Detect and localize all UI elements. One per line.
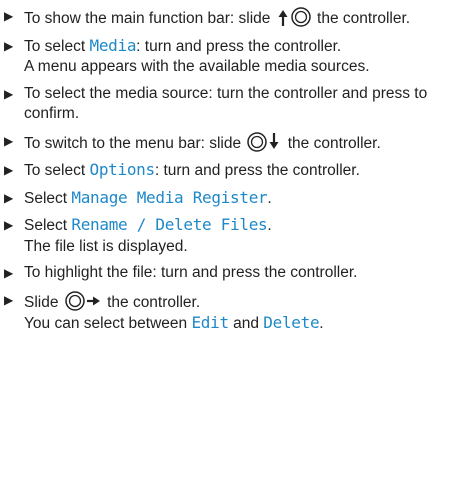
instruction-page: ▶ To show the main function bar: slide t… (0, 0, 458, 503)
bullet-triangle-icon: ▶ (4, 9, 14, 23)
step-select-source: ▶ To select the media source: turn the c… (4, 84, 454, 125)
menu-item-rename-delete-files: Rename / Delete Files (71, 215, 268, 234)
step-manage-media-register: ▶ Select Manage Media Register. (4, 188, 454, 210)
step-select-options: ▶ To select Options: turn and press the … (4, 160, 454, 182)
step-highlight-file: ▶ To highlight the file: turn and press … (4, 263, 454, 284)
step-text: : turn and press the controller. (154, 162, 360, 179)
bullet-triangle-icon: ▶ (4, 218, 14, 232)
step-text: To select (24, 37, 90, 55)
menu-item-media: Media (89, 35, 137, 55)
controller-slide-right-icon (64, 290, 102, 311)
step-text: To show the main function bar: slide (24, 10, 275, 27)
menu-item-edit: Edit (191, 313, 229, 332)
step-text: the controller. (102, 293, 201, 311)
step-text: : turn and press the controller. (136, 37, 342, 55)
step-switch-menu-bar: ▶ To switch to the menu bar: slide the c… (4, 131, 454, 155)
step-text: To select the media source: turn the con… (24, 84, 428, 123)
step-result: The file list is displayed. (24, 237, 188, 255)
step-text: Select (24, 217, 72, 234)
step-text: the controller. (283, 134, 381, 152)
step-text: Select (24, 189, 72, 207)
step-text: . (267, 189, 272, 207)
step-show-function-bar: ▶ To show the main function bar: slide t… (4, 6, 454, 30)
controller-slide-down-icon (246, 131, 282, 152)
bullet-triangle-icon: ▶ (4, 292, 14, 307)
step-result: A menu appears with the available media … (24, 58, 370, 75)
step-text: To select (24, 162, 90, 179)
step-rename-delete-files: ▶ Select Rename / Delete Files. The file… (4, 215, 454, 257)
step-text: Slide (24, 293, 63, 311)
bullet-triangle-icon: ▶ (4, 86, 14, 101)
bullet-triangle-icon: ▶ (4, 266, 14, 280)
menu-item-manage-media-register: Manage Media Register (71, 187, 268, 207)
step-result: You can select between Edit and Delete. (24, 313, 324, 332)
step-text: . (267, 217, 272, 234)
bullet-triangle-icon: ▶ (4, 38, 14, 53)
menu-item-options: Options (89, 160, 155, 179)
step-text: the controller. (312, 10, 411, 27)
step-slide-right: ▶ Slide the controller. You can select b… (4, 290, 454, 335)
bullet-triangle-icon: ▶ (4, 133, 14, 148)
bullet-triangle-icon: ▶ (4, 163, 14, 177)
step-text: To switch to the menu bar: slide (24, 134, 246, 152)
controller-slide-up-icon (276, 6, 312, 27)
step-select-media: ▶ To select Media: turn and press the co… (4, 36, 454, 78)
menu-item-delete: Delete (263, 313, 320, 332)
bullet-triangle-icon: ▶ (4, 190, 14, 205)
step-text: To highlight the file: turn and press th… (24, 264, 358, 281)
